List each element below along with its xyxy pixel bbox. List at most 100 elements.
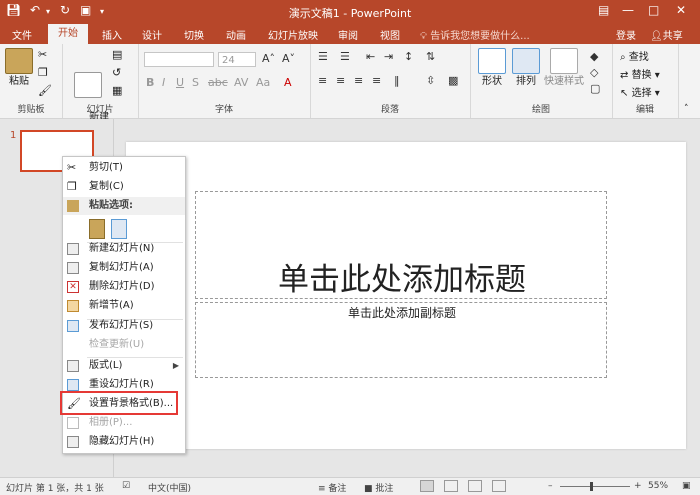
decrease-indent-icon[interactable]: ⇤	[366, 50, 375, 63]
slide-canvas[interactable]: 单击此处添加标题 单击此处添加副标题	[126, 142, 686, 449]
tab-slideshow[interactable]: 幻灯片放映	[268, 27, 318, 42]
maximize-icon[interactable]: □	[648, 3, 659, 17]
subtitle-placeholder[interactable]: 单击此处添加副标题	[195, 302, 607, 378]
zoom-slider[interactable]	[560, 486, 630, 487]
tab-animations[interactable]: 动画	[226, 27, 246, 42]
editing-group: ⌕ 查找 ⇄ 替换 ▾ ↖ 选择 ▾ 编辑	[612, 44, 679, 118]
italic-icon[interactable]: I	[162, 76, 165, 89]
strikethrough-icon[interactable]: abc	[208, 76, 228, 89]
paste-as-picture-icon[interactable]	[111, 219, 127, 239]
align-text-icon[interactable]: ⇳	[426, 74, 435, 87]
close-icon[interactable]: ✕	[676, 3, 686, 17]
tab-insert[interactable]: 插入	[102, 27, 122, 42]
section-icon[interactable]: ▦	[112, 84, 122, 97]
comments-button[interactable]: ■ 批注	[364, 481, 393, 494]
sign-in-link[interactable]: 登录	[616, 27, 636, 42]
menu-item-cut[interactable]: ✂ 剪切(T)	[63, 159, 185, 177]
tab-file[interactable]: 文件	[12, 27, 32, 42]
increase-indent-icon[interactable]: ⇥	[384, 50, 393, 63]
align-right-icon[interactable]: ≡	[354, 74, 363, 87]
replace-button[interactable]: ⇄ 替换 ▾	[620, 66, 660, 81]
underline-icon[interactable]: U	[176, 76, 184, 89]
hide-slide-icon	[67, 436, 79, 448]
slideshow-view-icon[interactable]	[492, 480, 506, 492]
shape-outline-icon[interactable]: ◇	[590, 66, 598, 79]
tell-me-search[interactable]: 💡︎ 告诉我您想要做什么...	[420, 27, 530, 42]
tab-review[interactable]: 审阅	[338, 27, 358, 42]
tab-design[interactable]: 设计	[142, 27, 162, 42]
lightbulb-icon: 💡︎	[420, 31, 427, 42]
menu-item-layout[interactable]: 版式(L) ▶	[63, 357, 185, 375]
normal-view-icon[interactable]	[420, 480, 434, 492]
font-size-field[interactable]: 24	[218, 52, 256, 67]
submenu-arrow-icon: ▶	[172, 361, 179, 370]
find-button[interactable]: ⌕ 查找	[620, 48, 649, 63]
menu-item-delete-slide[interactable]: ✕ 删除幻灯片(D)	[63, 278, 185, 296]
title-bar: 💾︎ ↶ ▾ ↻ ▣ ▾ 演示文稿1 - PowerPoint ▤ — □ ✕	[0, 0, 700, 24]
slide-sorter-view-icon[interactable]	[444, 480, 458, 492]
notes-button[interactable]: ≡ 备注	[318, 481, 346, 494]
reset-slide-icon	[67, 379, 79, 391]
arrange-button[interactable]: 排列	[510, 48, 542, 88]
menu-item-photo-album: 相册(P)...	[63, 414, 185, 432]
copy-icon: ❐	[67, 180, 77, 193]
zoom-out-icon[interactable]: –	[548, 481, 553, 491]
zoom-in-icon[interactable]: +	[634, 481, 642, 491]
menu-item-hide-slide[interactable]: 隐藏幻灯片(H)	[63, 433, 185, 451]
drawing-group-label: 绘图	[531, 105, 550, 115]
language-status[interactable]: 中文(中国)	[148, 481, 191, 494]
columns-icon[interactable]: ‖	[394, 74, 400, 87]
menu-item-add-section[interactable]: 新增节(A)	[63, 297, 185, 315]
title-placeholder[interactable]: 单击此处添加标题	[195, 191, 607, 299]
shapes-button[interactable]: 形状	[476, 48, 508, 88]
menu-item-copy[interactable]: ❐ 复制(C)	[63, 178, 185, 196]
copy-icon[interactable]: ❐	[38, 66, 48, 79]
fit-slide-icon[interactable]: ▣	[682, 481, 691, 491]
menu-item-publish-slides[interactable]: 发布幻灯片(S)	[63, 317, 185, 335]
numbering-icon[interactable]: ☰	[340, 50, 350, 63]
comments-icon: ■	[364, 484, 373, 494]
character-spacing-icon[interactable]: AV	[234, 76, 248, 89]
menu-item-duplicate-slide[interactable]: 复制幻灯片(A)	[63, 259, 185, 277]
tab-transitions[interactable]: 切换	[184, 27, 204, 42]
share-button[interactable]: 👤︎共享	[650, 27, 683, 42]
font-name-field[interactable]	[144, 52, 214, 67]
cut-icon[interactable]: ✂	[38, 48, 47, 61]
menu-item-new-slide[interactable]: 新建幻灯片(N)	[63, 240, 185, 258]
editing-group-label: 编辑	[635, 105, 654, 115]
notes-icon: ≡	[318, 484, 326, 494]
bold-icon[interactable]: B	[146, 76, 154, 89]
tab-view[interactable]: 视图	[380, 27, 400, 42]
select-button[interactable]: ↖ 选择 ▾	[620, 84, 660, 99]
collapse-ribbon-icon[interactable]: ˄	[684, 104, 689, 114]
bullets-icon[interactable]: ☰	[318, 50, 328, 63]
change-case-icon[interactable]: Aa	[256, 76, 270, 89]
layout-icon[interactable]: ▤	[112, 48, 122, 61]
shadow-icon[interactable]: S	[192, 76, 199, 89]
paste-button[interactable]: 粘贴	[4, 48, 34, 88]
reading-view-icon[interactable]	[468, 480, 482, 492]
quick-styles-button[interactable]: 快速样式	[544, 48, 584, 88]
minimize-icon[interactable]: —	[622, 3, 634, 17]
zoom-slider-thumb[interactable]	[590, 482, 593, 491]
increase-font-icon[interactable]: A˄	[262, 52, 275, 65]
format-painter-icon[interactable]: 🖌︎	[38, 84, 52, 97]
align-center-icon[interactable]: ≡	[336, 74, 345, 87]
tab-home[interactable]: 开始	[48, 24, 88, 44]
justify-icon[interactable]: ≡	[372, 74, 381, 87]
publish-slides-icon	[67, 320, 79, 332]
smartart-icon[interactable]: ▩	[448, 74, 458, 87]
spelling-icon[interactable]: ☑	[122, 481, 130, 491]
zoom-level[interactable]: 55%	[648, 481, 668, 491]
shape-effects-icon[interactable]: ▢	[590, 82, 600, 95]
text-direction-icon[interactable]: ⇅	[426, 50, 435, 63]
ribbon-display-options-icon[interactable]: ▤	[598, 3, 609, 17]
decrease-font-icon[interactable]: A˅	[282, 52, 295, 65]
align-left-icon[interactable]: ≡	[318, 74, 327, 87]
line-spacing-icon[interactable]: ↕	[404, 50, 413, 63]
reset-icon[interactable]: ↺	[112, 66, 121, 79]
paste-keep-formatting-icon[interactable]	[89, 219, 105, 239]
shape-fill-icon[interactable]: ◆	[590, 50, 598, 63]
cut-icon: ✂	[67, 161, 77, 174]
font-color-icon[interactable]: A	[284, 76, 292, 89]
